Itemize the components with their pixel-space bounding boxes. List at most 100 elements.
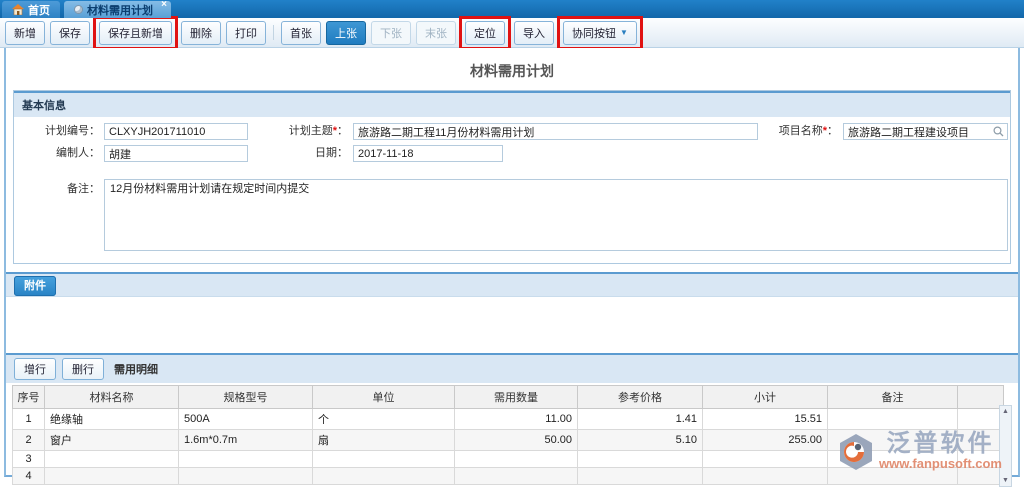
date-field[interactable] (353, 145, 503, 162)
cell-spec[interactable]: 1.6m*0.7m (179, 430, 313, 451)
cell-unit[interactable]: 个 (313, 409, 455, 430)
save-and-new-button[interactable]: 保存且新增 (99, 21, 172, 45)
cell-remark[interactable] (828, 468, 958, 485)
search-icon[interactable] (993, 126, 1004, 137)
scroll-down-icon[interactable]: ▼ (1002, 477, 1009, 484)
cell-seq: 4 (13, 468, 45, 485)
project-field[interactable] (843, 123, 1008, 140)
locate-button[interactable]: 定位 (465, 21, 505, 45)
date-field-wrap (353, 145, 503, 162)
cell-filler (958, 468, 1004, 485)
cell-material-name[interactable] (45, 468, 179, 485)
col-remark: 备注 (828, 386, 958, 409)
cell-unit[interactable] (313, 468, 455, 485)
tab-material-plan-label: 材料需用计划 (87, 2, 153, 18)
cell-price[interactable] (578, 468, 703, 485)
plan-no-field[interactable] (104, 123, 248, 140)
table-row[interactable]: 1 绝缘轴 500A 个 11.00 1.41 15.51 (13, 409, 1004, 430)
cell-material-name[interactable]: 窗户 (45, 430, 179, 451)
date-label: 日期： (254, 145, 348, 162)
cell-qty[interactable] (455, 468, 578, 485)
col-seq: 序号 (13, 386, 45, 409)
col-qty: 需用数量 (455, 386, 578, 409)
detail-caption: 需用明细 (114, 361, 158, 377)
cell-seq: 1 (13, 409, 45, 430)
first-record-button[interactable]: 首张 (281, 21, 321, 45)
remark-label: 备注： (20, 181, 100, 198)
cell-price[interactable]: 1.41 (578, 409, 703, 430)
cell-qty[interactable]: 50.00 (455, 430, 578, 451)
cell-remark[interactable] (828, 430, 958, 451)
detail-toolbar: 增行 删行 需用明细 (6, 353, 1018, 383)
vertical-scrollbar[interactable]: ▲ ▼ (999, 405, 1012, 487)
author-field-wrap (104, 145, 248, 162)
author-label: 编制人： (20, 145, 100, 162)
tab-close-icon[interactable]: × (161, 0, 167, 10)
cell-unit[interactable]: 扇 (313, 430, 455, 451)
basic-info-body: 计划编号： 计划主题*： 项目名称*： 编制人： 日期： 备注： 12月份材料需… (14, 117, 1010, 263)
cell-subtotal[interactable]: 15.51 (703, 409, 828, 430)
cell-spec[interactable]: 500A (179, 409, 313, 430)
cell-seq: 3 (13, 451, 45, 468)
tab-home-label: 首页 (28, 2, 50, 18)
add-button[interactable]: 新增 (5, 21, 45, 45)
tab-material-plan[interactable]: 材料需用计划 × (64, 1, 171, 18)
subject-field[interactable] (353, 123, 758, 140)
annotation-highlight-collaborate: 协同按钮 ▼ (557, 16, 643, 50)
last-record-button: 末张 (416, 21, 456, 45)
detail-table: 序号 材料名称 规格型号 单位 需用数量 参考价格 小计 备注 1 绝缘轴 50… (12, 385, 1004, 485)
prev-record-button[interactable]: 上张 (326, 21, 366, 45)
scroll-up-icon[interactable]: ▲ (1002, 408, 1009, 415)
col-filler (958, 386, 1004, 409)
col-spec: 规格型号 (179, 386, 313, 409)
subject-label: 计划主题*： (254, 123, 348, 140)
col-subtotal: 小计 (703, 386, 828, 409)
cell-spec[interactable] (179, 468, 313, 485)
cell-subtotal[interactable] (703, 451, 828, 468)
chevron-down-icon: ▼ (620, 28, 628, 37)
cell-qty[interactable] (455, 451, 578, 468)
tab-home[interactable]: 首页 (2, 1, 60, 18)
cell-subtotal[interactable] (703, 468, 828, 485)
cell-remark[interactable] (828, 451, 958, 468)
delete-row-button[interactable]: 删行 (62, 358, 104, 380)
cell-material-name[interactable]: 绝缘轴 (45, 409, 179, 430)
cell-price[interactable] (578, 451, 703, 468)
project-field-wrap (843, 123, 1008, 140)
attachment-button[interactable]: 附件 (14, 276, 56, 296)
detail-table-wrap: 序号 材料名称 规格型号 单位 需用数量 参考价格 小计 备注 1 绝缘轴 50… (12, 385, 1012, 485)
table-row[interactable]: 2 窗户 1.6m*0.7m 扇 50.00 5.10 255.00 (13, 430, 1004, 451)
cell-filler (958, 430, 1004, 451)
remark-field[interactable]: 12月份材料需用计划请在规定时间内提交 (104, 179, 1008, 251)
plan-no-field-wrap (104, 123, 248, 140)
col-unit: 单位 (313, 386, 455, 409)
home-icon (12, 4, 24, 15)
add-row-button[interactable]: 增行 (14, 358, 56, 380)
print-button[interactable]: 打印 (226, 21, 266, 45)
cell-material-name[interactable] (45, 451, 179, 468)
document-icon (74, 5, 83, 14)
cell-subtotal[interactable]: 255.00 (703, 430, 828, 451)
author-field[interactable] (104, 145, 248, 162)
table-row[interactable]: 3 (13, 451, 1004, 468)
cell-unit[interactable] (313, 451, 455, 468)
cell-remark[interactable] (828, 409, 958, 430)
page-title: 材料需用计划 (6, 48, 1018, 90)
table-row[interactable]: 4 (13, 468, 1004, 485)
attachment-area (6, 297, 1018, 353)
collaborate-button[interactable]: 协同按钮 ▼ (563, 21, 637, 45)
save-button[interactable]: 保存 (50, 21, 90, 45)
annotation-highlight-save-and-new: 保存且新增 (93, 16, 178, 50)
cell-price[interactable]: 5.10 (578, 430, 703, 451)
delete-button[interactable]: 删除 (181, 21, 221, 45)
form-page: 材料需用计划 基本信息 计划编号： 计划主题*： 项目名称*： 编制人： 日期： (4, 48, 1020, 477)
import-button[interactable]: 导入 (514, 21, 554, 45)
col-ref-price: 参考价格 (578, 386, 703, 409)
project-label: 项目名称*： (752, 123, 838, 140)
annotation-highlight-locate: 定位 (459, 16, 511, 50)
col-material-name: 材料名称 (45, 386, 179, 409)
cell-qty[interactable]: 11.00 (455, 409, 578, 430)
tab-bar: 首页 材料需用计划 × (0, 0, 1024, 18)
cell-spec[interactable] (179, 451, 313, 468)
collaborate-button-label: 协同按钮 (572, 25, 616, 41)
